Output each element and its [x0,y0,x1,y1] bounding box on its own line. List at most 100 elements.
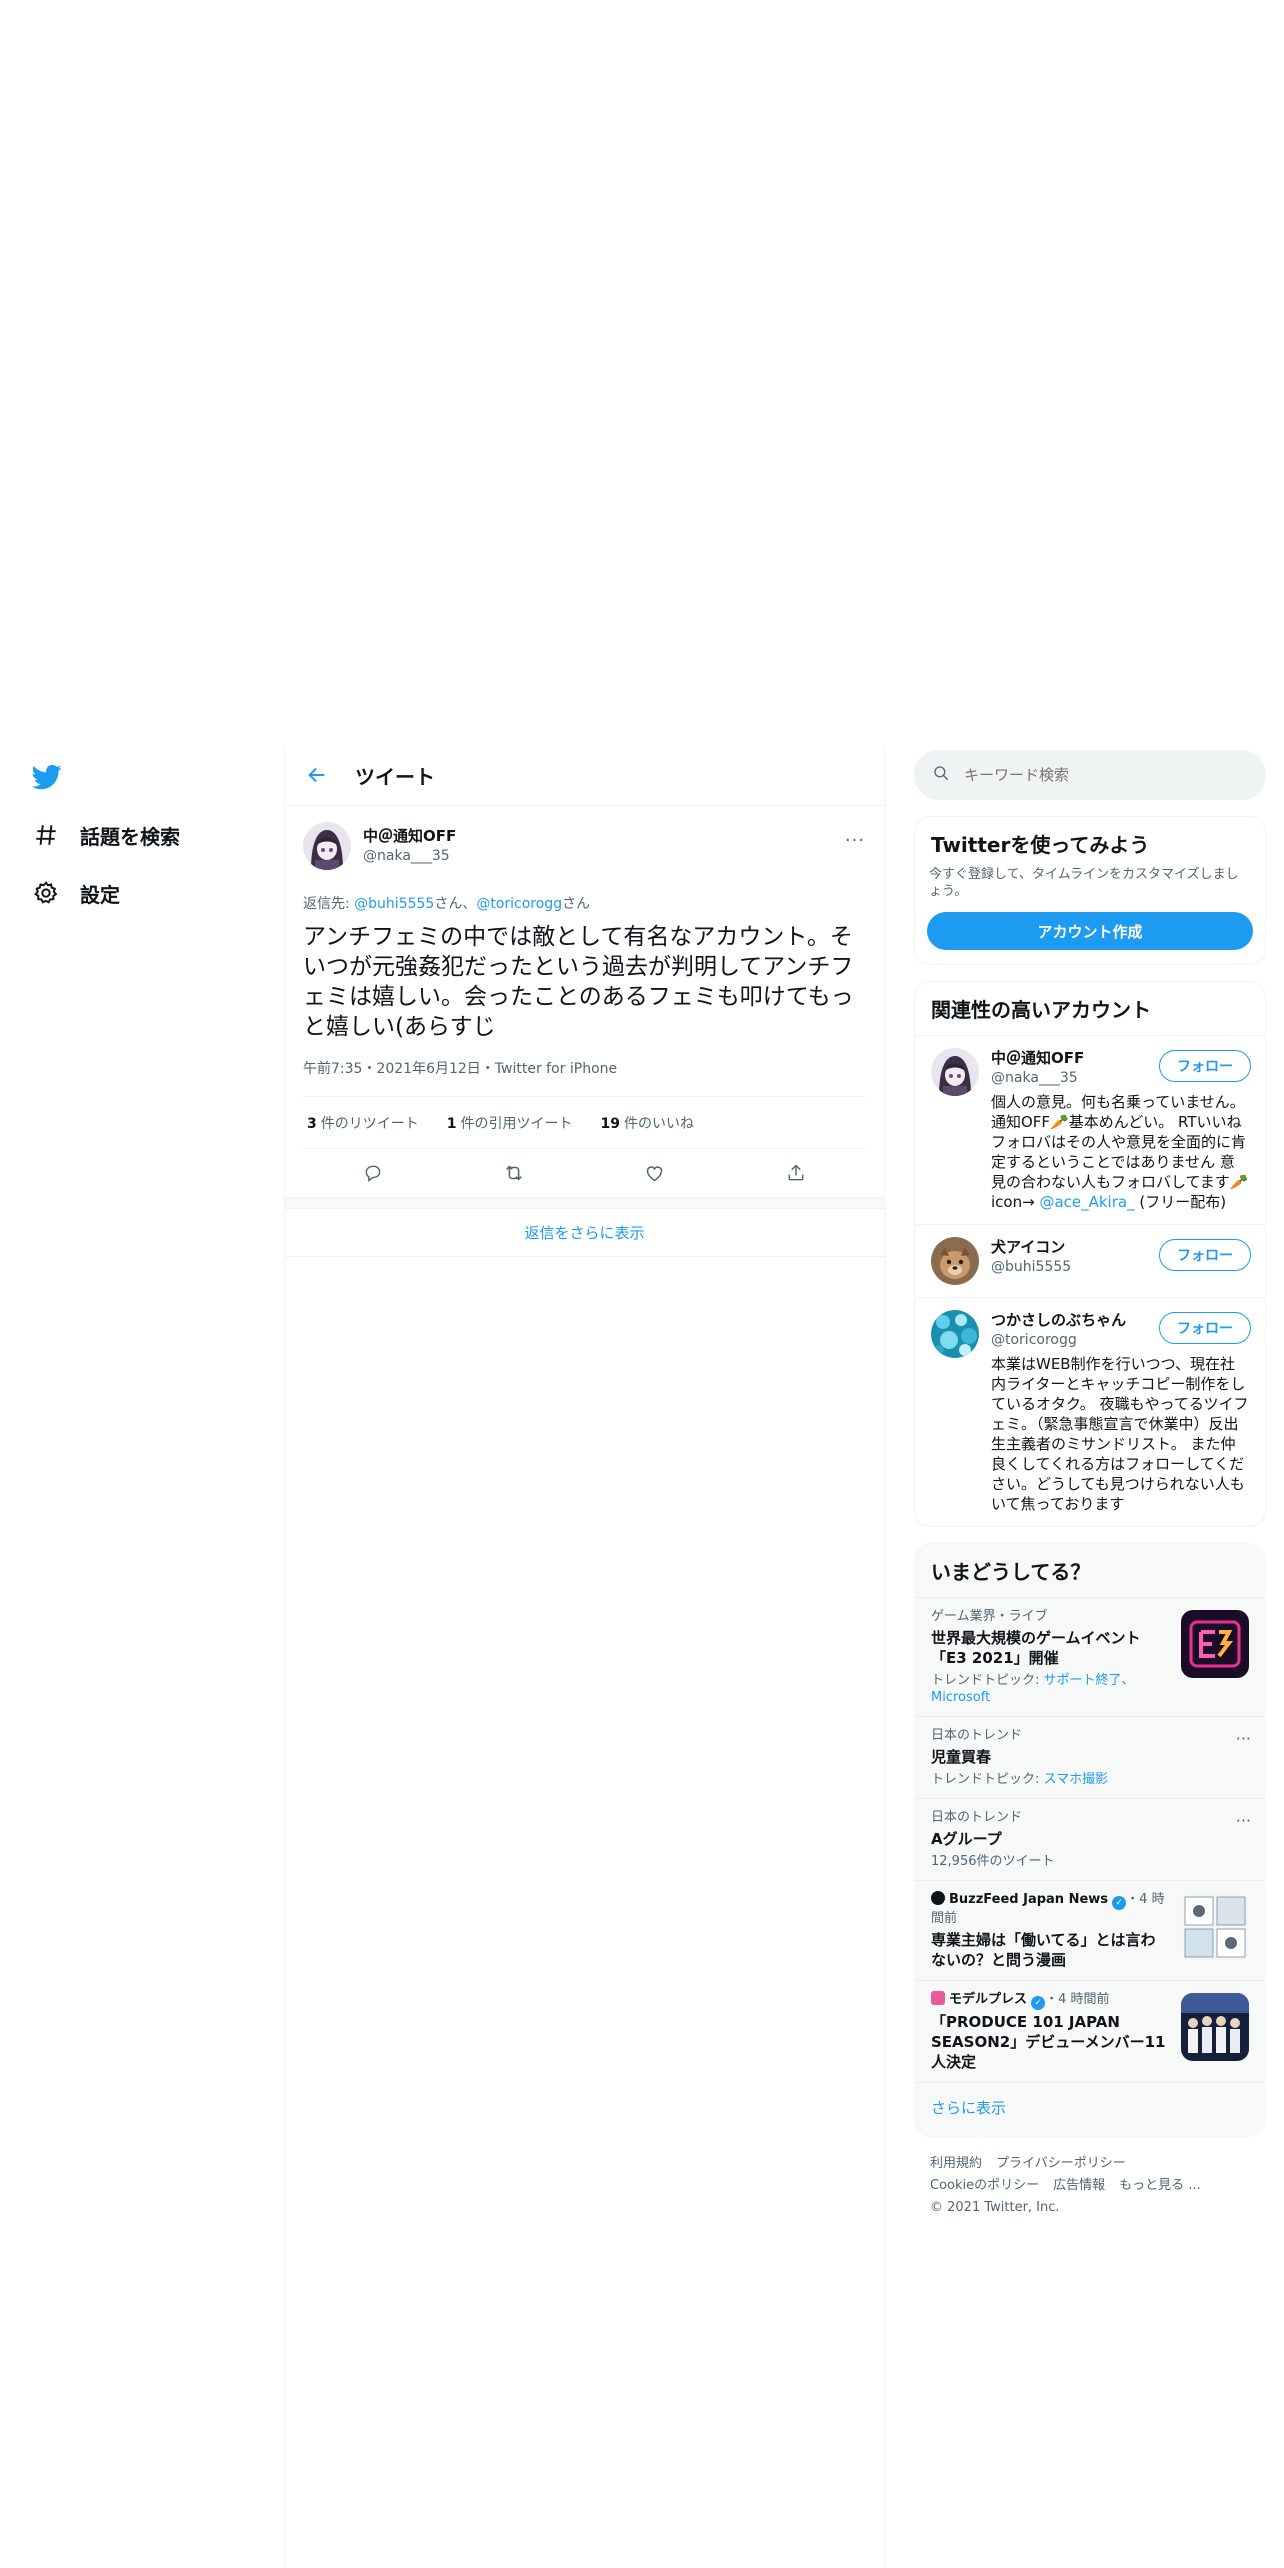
trend-title: 世界最大規模のゲームイベント「E3 2021」開催 [931,1629,1141,1667]
page-header: ツイート [285,745,884,806]
news-item[interactable]: BuzzFeed Japan News ✓ ・4 時間前 専業主婦は「働いてる」と… [915,1880,1265,1980]
reply-icon[interactable] [355,1155,391,1191]
twitter-logo-icon[interactable] [30,762,64,792]
trend-meta: 日本のトレンド [931,1728,1023,1743]
news-source-line: モデルプレス ✓ ・4 時間前 [931,1991,1169,2010]
hashtag-icon [30,819,62,851]
search-bar[interactable] [914,750,1266,800]
show-more-trends-link[interactable]: さらに表示 [915,2082,1265,2136]
search-input[interactable] [964,766,1224,784]
follow-button[interactable]: フォロー [1159,1239,1251,1271]
signup-title: Twitterを使ってみよう [931,833,1150,857]
quote-count-value: 1 [446,1115,457,1132]
tweet-actions [303,1149,866,1197]
trend-item[interactable]: 日本のトレンド 児童買春 トレンドトピック: スマホ撮影 ··· [915,1716,1265,1798]
footer-links-row: 利用規約 プライバシーポリシー [930,2153,1250,2175]
retweet-count-label: 件のリツイート [320,1115,419,1132]
news-time: ・4 時間前 [1045,1992,1110,2007]
trend-topic-prefix: トレンドトピック: [931,1772,1044,1787]
author-display-name[interactable]: 中＠通知OFF [363,826,456,846]
avatar[interactable] [931,1237,979,1285]
footer-copyright: © 2021 Twitter, Inc. [930,2200,1060,2215]
account-item[interactable]: つかさしのぶちゃん @toricorogg 本業はWEB制作を行いつつ、現在社内… [915,1297,1265,1526]
reply-user-link[interactable]: @buhi5555 [354,896,434,912]
trends-title: いまどうしてる？ [931,1560,1091,1584]
reply-suffix: さん、 [434,896,477,912]
gear-icon [30,877,62,909]
show-more-replies-link[interactable]: 返信をさらに表示 [285,1209,884,1257]
reply-suffix: さん [562,896,591,912]
avatar[interactable] [303,822,351,870]
more-options-icon[interactable]: ··· [1236,1811,1251,1830]
account-bio: 個人の意見。何も名乗っていません。通知OFF🥕基本めんどい。 RTいいねフォロバ… [991,1092,1249,1212]
related-accounts-title: 関連性の高いアカウント [931,998,1151,1022]
trend-topic-link[interactable]: スマホ撮影 [1044,1772,1109,1787]
footer-link-ads[interactable]: 広告情報 [1053,2178,1105,2193]
account-bio-tail: (フリー配布) [1134,1193,1227,1211]
news-item[interactable]: モデルプレス ✓ ・4 時間前 「PRODUCE 101 JAPAN SEASON… [915,1980,1265,2082]
more-options-icon[interactable]: ··· [1236,1729,1251,1748]
follow-button[interactable]: フォロー [1159,1312,1251,1344]
retweet-icon[interactable] [496,1155,532,1191]
main-column: ツイート 中＠通知OFF @naka___35 ... 返信先: @buhi55… [284,745,885,2568]
footer-link-more[interactable]: もっと見る ... [1119,2178,1201,2193]
news-source: モデルプレス [949,1992,1028,2007]
app-root: 話題を検索 設定 ツイート 中＠通知OFF @naka___35 ... 返信先… [0,0,1284,2568]
trend-meta: ゲーム業界・ライブ [931,1609,1048,1624]
nav-explore[interactable]: 話題を検索 [30,813,180,857]
like-count[interactable]: 19 件のいいね [601,1113,694,1133]
follow-button[interactable]: フォロー [1159,1050,1251,1082]
account-item[interactable]: 犬アイコン @buhi5555 フォロー [915,1224,1265,1297]
reply-prefix: 返信先: [303,896,355,912]
footer-links-row: Cookieのポリシー 広告情報 もっと見る ... [930,2175,1250,2197]
verified-badge-icon: ✓ [1031,1996,1046,2010]
more-options-icon[interactable]: ... [840,820,870,850]
tweet-text: アンチフェミの中では敵として有名なアカウント。そいつが元強姦犯だったという過去が… [303,924,854,1040]
trends-card: いまどうしてる？ ゲーム業界・ライブ 世界最大規模のゲームイベント「E3 202… [914,1543,1266,2137]
nav-settings[interactable]: 設定 [30,871,120,915]
quote-count[interactable]: 1 件の引用ツイート [447,1113,573,1133]
news-source-line: BuzzFeed Japan News ✓ ・4 時間前 [931,1891,1169,1928]
related-accounts-card: 関連性の高いアカウント 中＠通知OFF @naka___35 個人の意見。何も名… [914,981,1266,1527]
retweet-count-value: 3 [307,1115,317,1132]
manga-thumbnail [1181,1893,1249,1961]
section-divider [285,1197,884,1209]
trend-topic-prefix: トレンドトピック: [931,1673,1044,1688]
retweet-count[interactable]: 3 件のリツイート [307,1113,419,1133]
author-handle[interactable]: @naka___35 [363,846,456,866]
tweet-timestamp[interactable]: 午前7:35・2021年6月12日・Twitter for iPhone [303,1058,866,1097]
create-account-button[interactable]: アカウント作成 [927,912,1253,950]
avatar[interactable] [931,1310,979,1358]
signup-card: Twitterを使ってみよう 今すぐ登録して、タイムラインをカスタマイズしましょ… [914,816,1266,965]
trend-title: 児童買春 [931,1748,992,1766]
avatar[interactable] [931,1048,979,1096]
page-title: ツイート [355,764,435,789]
search-icon [932,764,950,786]
trend-topic: トレンドトピック: スマホ撮影 [931,1771,1249,1788]
trend-item[interactable]: 日本のトレンド Aグループ 12,956件のツイート ··· [915,1798,1265,1880]
modelpress-logo-icon [931,1991,945,2005]
footer-link-privacy[interactable]: プライバシーポリシー [996,2156,1126,2171]
tweet-author: 中＠通知OFF @naka___35 [303,818,866,874]
share-icon[interactable] [778,1155,814,1191]
quote-count-label: 件の引用ツイート [460,1115,573,1132]
back-arrow-icon[interactable] [297,755,337,795]
trend-meta: 日本のトレンド [931,1810,1023,1825]
group-photo-thumbnail [1181,1993,1249,2061]
verified-badge-icon: ✓ [1112,1896,1127,1910]
footer-link-cookies[interactable]: Cookieのポリシー [930,2178,1039,2193]
news-source: BuzzFeed Japan News [949,1892,1109,1907]
like-heart-icon[interactable] [637,1155,673,1191]
right-sidebar: Twitterを使ってみよう 今すぐ登録して、タイムラインをカスタマイズしましょ… [914,750,1266,2235]
reply-user-link[interactable]: @toricorogg [476,896,562,912]
tweet: 中＠通知OFF @naka___35 ... 返信先: @buhi5555さん、… [285,806,884,1197]
bio-mention-link[interactable]: @ace_Akira_ [1039,1193,1134,1211]
trend-item[interactable]: ゲーム業界・ライブ 世界最大規模のゲームイベント「E3 2021」開催 トレンド… [915,1597,1265,1716]
like-count-label: 件のいいね [623,1115,694,1132]
account-item[interactable]: 中＠通知OFF @naka___35 個人の意見。何も名乗っていません。通知OF… [915,1035,1265,1224]
account-bio: 本業はWEB制作を行いつつ、現在社内ライターとキャッチコピー制作をしているオタク… [991,1355,1249,1513]
footer-link-terms[interactable]: 利用規約 [930,2156,982,2171]
trend-topic: トレンドトピック: サポート終了、Microsoft [931,1672,1169,1706]
news-title: 「PRODUCE 101 JAPAN SEASON2」デビューメンバー11人決定 [931,2013,1166,2071]
footer: 利用規約 プライバシーポリシー Cookieのポリシー 広告情報 もっと見る ... … [914,2137,1266,2235]
